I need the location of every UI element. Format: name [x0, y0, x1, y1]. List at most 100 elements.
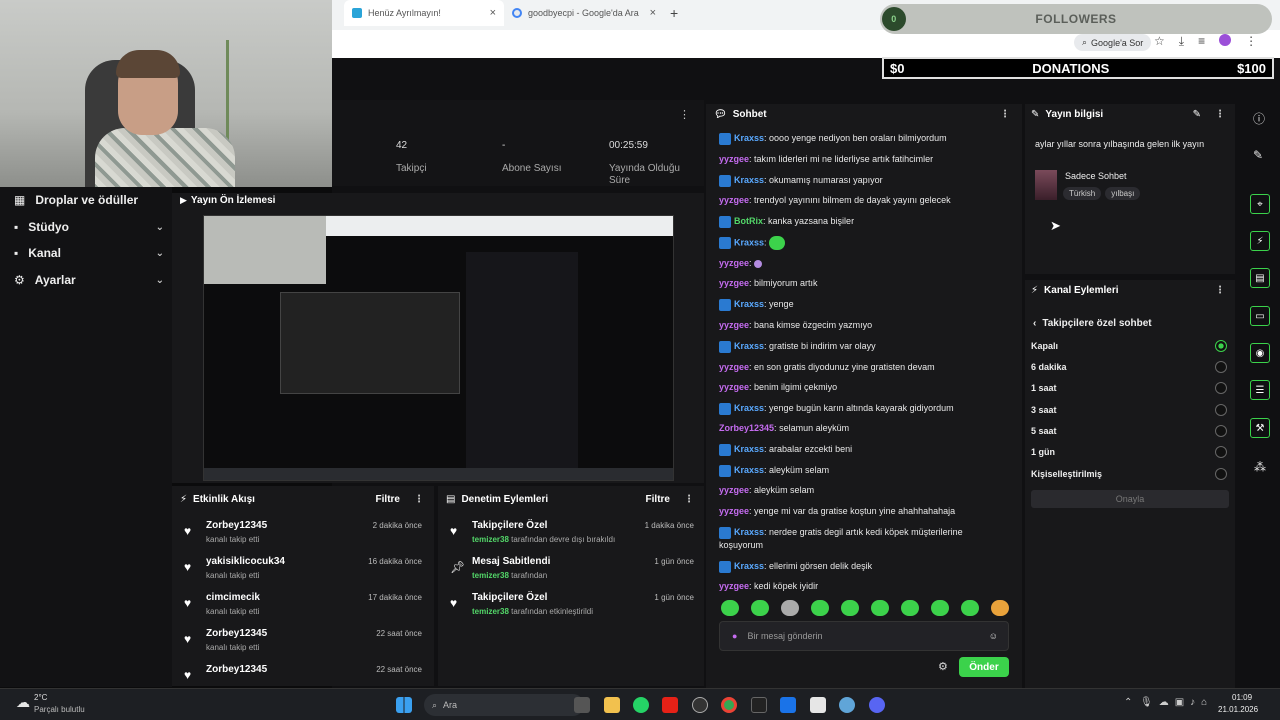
radio-6min[interactable] [1215, 361, 1227, 373]
kebab-icon[interactable]: ⋮ [684, 494, 694, 505]
chrome-icon[interactable] [721, 697, 737, 713]
close-tab-icon[interactable]: × [490, 7, 496, 19]
chevron-up-icon[interactable]: ⌃ [1124, 697, 1132, 708]
nav-studio[interactable]: ▪ Stüdyo ⌄ [14, 220, 164, 234]
radio-custom[interactable] [1215, 468, 1227, 480]
emote-icon[interactable] [961, 600, 979, 616]
new-tab-icon[interactable]: + [670, 5, 678, 21]
kebab-icon[interactable]: ⋮ [1215, 109, 1225, 120]
youtube-icon[interactable] [662, 697, 678, 713]
pencil-icon[interactable]: ✎ [1253, 148, 1263, 162]
rail-button[interactable]: ▤ [1250, 268, 1270, 288]
emote-icon[interactable] [781, 600, 799, 616]
bookmark-star-icon[interactable]: ☆ [1154, 34, 1165, 49]
radio-3h[interactable] [1215, 404, 1227, 416]
microphone-icon[interactable]: ● [732, 631, 737, 641]
clock-date[interactable]: 21.01.2026 [1218, 705, 1258, 714]
task-view-icon[interactable] [574, 697, 590, 713]
stream-preview-video[interactable] [203, 215, 674, 481]
app-icon[interactable] [780, 697, 796, 713]
windows-start-icon[interactable] [396, 697, 412, 713]
clock-time[interactable]: 01:09 [1232, 693, 1252, 702]
chat-username[interactable]: yyzgee [719, 581, 749, 591]
activity-filter-button[interactable]: Filtre [376, 494, 400, 505]
radio-1day[interactable] [1215, 446, 1227, 458]
nav-channel[interactable]: ▪ Kanal ⌄ [14, 246, 164, 260]
kebab-icon[interactable]: ⋮ [1000, 109, 1010, 120]
emote-icon[interactable] [871, 600, 889, 616]
file-explorer-icon[interactable] [604, 697, 620, 713]
rail-button[interactable]: ◉ [1250, 343, 1270, 363]
close-tab-icon[interactable]: × [650, 7, 656, 19]
chat-username[interactable]: yyzgee [719, 382, 749, 392]
chat-username[interactable]: Zorbey12345 [719, 423, 774, 433]
rail-button[interactable]: ⚒ [1250, 418, 1270, 438]
confirm-button[interactable]: Onayla [1031, 490, 1229, 508]
browser-tab-2[interactable]: goodbyecpi - Google'da Ara × [504, 0, 664, 26]
kebab-icon[interactable]: ⋮ [1215, 285, 1225, 296]
discord-icon[interactable] [869, 697, 885, 713]
app-icon[interactable] [751, 697, 767, 713]
tag-chip[interactable]: Türkish [1063, 187, 1102, 200]
whatsapp-icon[interactable] [633, 697, 649, 713]
chat-username[interactable]: Kraxss [734, 527, 764, 537]
download-icon[interactable]: ⤓ [1179, 34, 1184, 49]
chat-username[interactable]: Kraxss [734, 237, 764, 247]
taskbar-search[interactable]: ⌕ Ara [424, 694, 584, 716]
chat-username[interactable]: Kraxss [734, 299, 764, 309]
nav-drops-rewards[interactable]: ▦ Droplar ve ödüller [14, 193, 164, 207]
notepad-icon[interactable] [810, 697, 826, 713]
rail-button[interactable]: ⚡ [1250, 231, 1270, 251]
tray-icons[interactable]: 🎙︎☁︎▣♪⌂ [1140, 697, 1213, 708]
rail-button[interactable]: ⌖ [1250, 194, 1270, 214]
tag-chip[interactable]: yılbaşı [1105, 187, 1141, 200]
google-ask-button[interactable]: ⌕ Google'a Sor [1074, 34, 1152, 51]
emote-icon[interactable] [931, 600, 949, 616]
rail-button[interactable]: ☰ [1250, 380, 1270, 400]
back-button[interactable]: ‹ Takipçilere özel sohbet [1033, 318, 1152, 329]
emoji-icon[interactable]: ☺ [989, 631, 998, 641]
chat-username[interactable]: yyzgee [719, 485, 749, 495]
chat-username[interactable]: yyzgee [719, 154, 749, 164]
obs-icon[interactable] [692, 697, 708, 713]
edit-pencil-icon[interactable]: ✎ [1193, 109, 1201, 120]
info-icon[interactable]: ⓘ [1253, 110, 1265, 127]
stats-kebab-icon[interactable]: ⋮ [679, 108, 690, 121]
kebab-icon[interactable]: ⋮ [414, 494, 424, 505]
menu-kebab-icon[interactable]: ⋮ [1245, 34, 1257, 49]
chat-username[interactable]: Kraxss [734, 561, 764, 571]
nodes-icon[interactable]: ⁂ [1254, 460, 1266, 474]
profile-avatar-icon[interactable] [1219, 34, 1232, 46]
radio-1h[interactable] [1215, 382, 1227, 394]
moderation-filter-button[interactable]: Filtre [646, 494, 670, 505]
chat-username[interactable]: Kraxss [734, 341, 764, 351]
chat-username[interactable]: yyzgee [719, 258, 749, 268]
radio-5h[interactable] [1215, 425, 1227, 437]
chat-username[interactable]: Kraxss [734, 403, 764, 413]
send-button[interactable]: Önder [959, 657, 1009, 677]
chat-settings-gear-icon[interactable]: ⚙ [938, 660, 948, 673]
chat-username[interactable]: yyzgee [719, 195, 749, 205]
chat-username[interactable]: yyzgee [719, 362, 749, 372]
settings-icon[interactable] [839, 697, 855, 713]
chat-username[interactable]: Kraxss [734, 175, 764, 185]
browser-tab-1[interactable]: Henüz Ayrılmayın! × [344, 0, 504, 26]
rail-button[interactable]: ▭ [1250, 306, 1270, 326]
emote-icon[interactable] [901, 600, 919, 616]
chat-username[interactable]: yyzgee [719, 320, 749, 330]
reading-list-icon[interactable]: ≡ [1198, 34, 1205, 49]
chat-username[interactable]: Kraxss [734, 444, 764, 454]
chat-username[interactable]: yyzgee [719, 506, 749, 516]
emote-icon[interactable] [991, 600, 1009, 616]
emote-icon[interactable] [751, 600, 769, 616]
chat-username[interactable]: yyzgee [719, 278, 749, 288]
nav-settings[interactable]: ⚙ Ayarlar ⌄ [14, 273, 164, 287]
chat-input[interactable]: ● Bir mesaj gönderin ☺ [719, 621, 1009, 651]
chat-username[interactable]: Kraxss [734, 133, 764, 143]
chat-username[interactable]: BotRix [734, 216, 763, 226]
emote-icon[interactable] [811, 600, 829, 616]
radio-off[interactable] [1215, 340, 1227, 352]
emote-icon[interactable] [721, 600, 739, 616]
chat-username[interactable]: Kraxss [734, 465, 764, 475]
emote-icon[interactable] [841, 600, 859, 616]
